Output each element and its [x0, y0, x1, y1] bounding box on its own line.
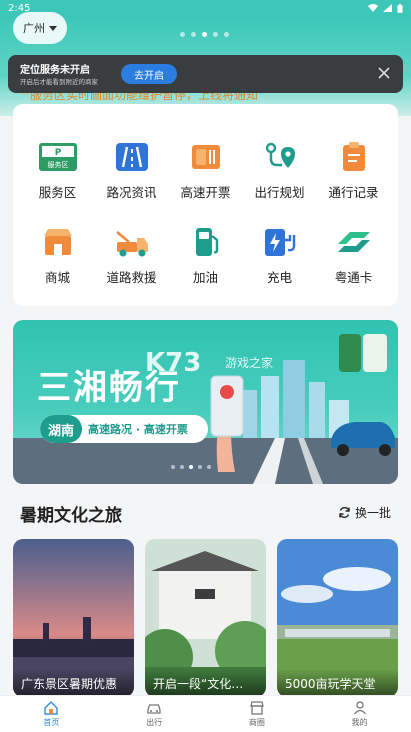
enable-location-button[interactable]: 去开启: [121, 64, 177, 84]
section-title: 暑期文化之旅: [20, 506, 122, 526]
service-label: 道路救援: [106, 270, 157, 285]
service-label: 商城: [44, 270, 70, 285]
tow-truck-icon: [112, 225, 152, 259]
location-permission-toast: 定位服务未开启 开启后才能看到附近的商家 去开启: [8, 55, 403, 93]
banner-title: 三湘畅行: [37, 368, 181, 408]
service-item-route-plan[interactable]: 出行规划: [242, 140, 317, 201]
banner-subtitle: 高速路况 · 高速开票: [88, 423, 188, 436]
service-item-service-area[interactable]: P 服务区 服务区: [20, 140, 95, 201]
service-item-yuetong-card[interactable]: 粤通卡: [316, 225, 391, 286]
service-area-icon: P 服务区: [38, 140, 78, 174]
carousel-dot[interactable]: [213, 32, 218, 37]
service-item-ev-charge[interactable]: 充电: [242, 225, 317, 286]
route-plan-icon: [260, 140, 300, 174]
service-label: 充电: [266, 270, 292, 285]
carousel-dot[interactable]: [224, 32, 229, 37]
tab-home[interactable]: 首页: [0, 696, 103, 732]
service-grid: P 服务区 服务区 路况资讯 高速开票 出行规划 通行记录 商城 道路救援 加油…: [13, 104, 398, 306]
toast-subtitle: 开启后才能看到附近的商家: [20, 78, 98, 86]
banner-carousel-dots: [171, 465, 211, 469]
carousel-dot[interactable]: [171, 465, 175, 469]
signal-icon: [383, 4, 392, 12]
city-selector[interactable]: 广州: [13, 12, 67, 44]
status-bar: 2:45: [0, 0, 411, 16]
banner-tag: 湖南 高速路况 · 高速开票: [40, 415, 208, 443]
sa-badge-label: 服务区: [47, 160, 68, 169]
yuetong-card-icon: [334, 225, 374, 259]
city-label: 广州: [23, 22, 45, 35]
travel-card[interactable]: 开启一段“文化…: [145, 539, 266, 697]
travel-card-caption: 5000亩玩学天堂: [277, 669, 398, 697]
refresh-label: 换一批: [354, 506, 391, 520]
travel-card-list: 广东景区暑期优惠 开启一段“文化… 5000亩玩学天堂: [13, 539, 398, 697]
refresh-button[interactable]: 换一批: [338, 504, 391, 521]
carousel-dot[interactable]: [180, 465, 184, 469]
service-item-shop[interactable]: 商城: [20, 225, 95, 286]
travel-card[interactable]: 广东景区暑期优惠: [13, 539, 134, 697]
service-item-fuel[interactable]: 加油: [168, 225, 243, 286]
travel-card-caption: 广东景区暑期优惠: [13, 669, 134, 697]
service-label: 粤通卡: [334, 270, 373, 285]
fuel-pump-icon: [186, 225, 226, 259]
header-carousel-dots: [180, 32, 229, 37]
carousel-dot[interactable]: [198, 465, 202, 469]
profile-icon: [353, 701, 366, 715]
carousel-dot[interactable]: [180, 32, 185, 37]
battery-icon: [397, 3, 403, 13]
promo-banner[interactable]: K73 游戏之家 三湘畅行 湖南 高速路况 · 高速开票: [13, 320, 398, 484]
service-item-toll-record[interactable]: 通行记录: [316, 140, 391, 201]
service-item-invoice[interactable]: 高速开票: [168, 140, 243, 201]
tab-label: 我的: [351, 718, 368, 727]
wifi-icon: [368, 4, 378, 12]
sa-badge-text: P: [54, 148, 61, 158]
service-label: 高速开票: [180, 185, 231, 200]
shop-icon: [38, 225, 78, 259]
close-icon[interactable]: [377, 66, 391, 80]
tab-label: 出行: [146, 718, 163, 727]
service-label: 服务区: [38, 185, 77, 200]
tab-profile[interactable]: 我的: [308, 696, 411, 732]
chevron-down-icon: [49, 25, 57, 31]
service-item-road-info[interactable]: 路况资讯: [94, 140, 169, 201]
travel-card-caption: 开启一段“文化…: [145, 669, 266, 697]
service-label: 加油: [192, 270, 218, 285]
tab-business[interactable]: 商圈: [206, 696, 309, 732]
tab-travel[interactable]: 出行: [103, 696, 206, 732]
watermark-subtitle: 游戏之家: [225, 356, 274, 370]
service-label: 路况资讯: [106, 185, 157, 200]
travel-card[interactable]: 5000亩玩学天堂: [277, 539, 398, 697]
service-item-road-rescue[interactable]: 道路救援: [94, 225, 169, 286]
service-label: 通行记录: [328, 185, 379, 200]
tab-label: 商圈: [248, 718, 265, 727]
service-label: 出行规划: [254, 185, 305, 200]
road-info-icon: [112, 140, 152, 174]
carousel-dot[interactable]: [189, 465, 193, 469]
bottom-tab-bar: 首页 出行 商圈 我的: [0, 695, 411, 732]
home-icon: [44, 701, 59, 715]
status-icons: [368, 3, 403, 13]
carousel-dot[interactable]: [202, 32, 207, 37]
banner-region: 湖南: [40, 415, 83, 443]
toll-record-icon: [334, 140, 374, 174]
refresh-icon: [339, 507, 350, 518]
invoice-icon: [186, 140, 226, 174]
carousel-dot[interactable]: [191, 32, 196, 37]
toast-title: 定位服务未开启: [20, 65, 90, 76]
tab-label: 首页: [43, 718, 60, 727]
car-icon: [147, 704, 161, 714]
store-icon: [250, 701, 264, 715]
carousel-dot[interactable]: [207, 465, 211, 469]
ev-charge-icon: [260, 225, 300, 259]
